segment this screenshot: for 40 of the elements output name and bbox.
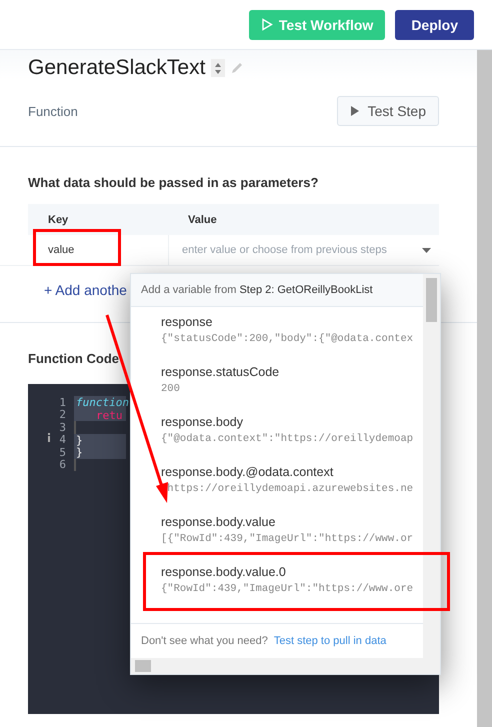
caret-icon <box>422 248 431 252</box>
step-type: Function <box>28 104 78 118</box>
variable-value: {"@odata.context":"https://oreillydemoap <box>161 433 414 445</box>
variable-name[interactable]: response.body.@odata.context <box>161 465 423 479</box>
line-number: 3 <box>59 420 66 434</box>
variable-value: {"statusCode":200,"body":{"@odata.contex <box>161 333 414 345</box>
line-number: 5 <box>59 446 66 459</box>
variable-name[interactable]: response.body <box>161 415 423 429</box>
deploy-button[interactable]: Deploy <box>395 10 474 40</box>
step-title: GenerateSlackText <box>28 56 206 80</box>
variable-value: {"RowId":439,"ImageUrl":"https://www.ore <box>161 583 414 595</box>
footer-text: Don't see what you need? <box>141 635 268 647</box>
code-text: } <box>76 446 83 459</box>
key-cell[interactable]: value <box>48 244 74 256</box>
line-number: 1 <box>59 396 66 409</box>
line-number: 4 <box>59 433 66 446</box>
line-number: 6 <box>59 458 66 472</box>
dropdown-scrollbar[interactable] <box>423 274 440 658</box>
variable-name[interactable]: response <box>161 315 423 329</box>
variable-name[interactable]: response.body.value.0 <box>161 565 423 579</box>
variable-name[interactable]: response.body.value <box>161 515 423 529</box>
add-parameter-link[interactable]: + Add anothe <box>44 282 127 298</box>
scrollbar[interactable] <box>477 50 492 727</box>
variable-name[interactable]: response.statusCode <box>161 365 423 379</box>
parameters-question: What data should be passed in as parameters? <box>28 175 320 190</box>
variable-value: 200 <box>161 383 181 395</box>
column-header: Value <box>187 214 218 226</box>
code-text: function <box>76 396 129 409</box>
line-number: 2 <box>59 408 66 422</box>
dropdown-header: Add a variable from Step 2: GetOReillyBookList <box>131 274 423 307</box>
play-icon <box>260 18 273 31</box>
variable-value: [{"RowId":439,"ImageUrl":"https://www.or <box>161 533 414 545</box>
section-title: Function Code <box>28 351 120 366</box>
column-header: Key <box>47 214 70 226</box>
pencil-icon[interactable] <box>231 62 244 74</box>
test-step-button[interactable]: Test Step <box>336 96 439 126</box>
horizontal-scrollbar[interactable] <box>131 658 440 674</box>
play-icon <box>350 105 360 117</box>
code-text: } <box>76 434 83 446</box>
code-text: retu <box>95 408 122 422</box>
